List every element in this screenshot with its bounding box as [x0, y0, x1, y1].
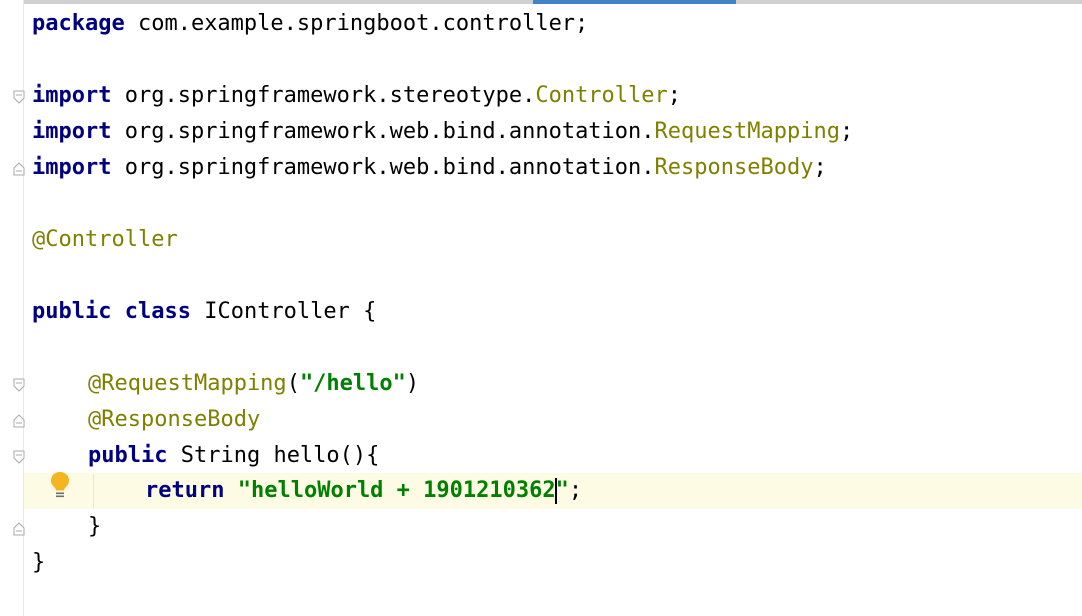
- active-tab-indicator: [533, 0, 736, 4]
- code-text: ;: [839, 119, 854, 144]
- fold-marker-icon[interactable]: [13, 522, 25, 536]
- string-literal: "/hello": [299, 371, 406, 396]
- code-text: org.springframework.web.bind.annotation.: [111, 119, 655, 144]
- keyword-token: import: [32, 119, 112, 144]
- code-text: org.springframework.stereotype.: [111, 83, 536, 108]
- code-text: com.example.springboot.controller;: [124, 11, 589, 36]
- code-line-class-declaration[interactable]: public class IController {: [32, 294, 376, 330]
- fold-marker-icon[interactable]: [13, 378, 25, 392]
- code-text: ;: [568, 478, 583, 503]
- code-line-method-close[interactable]: }: [88, 509, 101, 545]
- annotation-token: @RequestMapping: [88, 371, 287, 396]
- keyword-token: import: [32, 83, 112, 108]
- code-line-method-declaration[interactable]: public String hello(){: [88, 438, 379, 474]
- code-text: (: [286, 371, 300, 396]
- code-text: }: [88, 514, 102, 539]
- keyword-token: return: [145, 478, 225, 503]
- fold-marker-icon[interactable]: [13, 414, 25, 428]
- fold-marker-icon[interactable]: [13, 162, 25, 176]
- code-line-return-statement[interactable]: return "helloWorld + 1901210362";: [145, 473, 582, 509]
- fold-marker-icon[interactable]: [13, 90, 25, 104]
- code-text: IController {: [190, 299, 377, 324]
- code-line-annotation[interactable]: @RequestMapping("/hello"): [88, 366, 419, 402]
- code-text: ): [405, 371, 420, 396]
- class-reference: ResponseBody: [654, 155, 814, 180]
- keyword-token: import: [32, 155, 112, 180]
- keyword-token: public: [32, 299, 112, 324]
- lightbulb-icon[interactable]: [49, 470, 71, 500]
- code-line-import[interactable]: import org.springframework.stereotype.Co…: [32, 78, 681, 114]
- code-line-import[interactable]: import org.springframework.web.bind.anno…: [32, 150, 827, 186]
- code-text: String hello(){: [167, 443, 380, 468]
- keyword-token: public: [88, 443, 168, 468]
- annotation-token: @Controller: [32, 227, 178, 252]
- class-reference: RequestMapping: [654, 119, 840, 144]
- annotation-token: @ResponseBody: [88, 407, 261, 432]
- class-reference: Controller: [535, 83, 668, 108]
- indent-guide: [93, 474, 94, 508]
- code-line-import[interactable]: import org.springframework.web.bind.anno…: [32, 114, 853, 150]
- string-literal: "helloWorld + 1901210362: [237, 478, 556, 503]
- code-text: ;: [667, 83, 682, 108]
- fold-marker-icon[interactable]: [13, 450, 25, 464]
- keyword-token: class: [124, 299, 191, 324]
- code-text: ;: [813, 155, 827, 180]
- code-editor[interactable]: package com.example.springboot.controlle…: [0, 0, 1082, 616]
- code-text: }: [32, 550, 46, 575]
- code-line-package[interactable]: package com.example.springboot.controlle…: [32, 6, 588, 42]
- code-line-annotation[interactable]: @Controller: [32, 222, 178, 258]
- string-literal: ": [555, 478, 569, 503]
- code-text: org.springframework.web.bind.annotation.: [111, 155, 655, 180]
- code-line-annotation[interactable]: @ResponseBody: [88, 402, 260, 438]
- keyword-token: package: [32, 11, 125, 36]
- code-line-class-close[interactable]: }: [32, 545, 45, 581]
